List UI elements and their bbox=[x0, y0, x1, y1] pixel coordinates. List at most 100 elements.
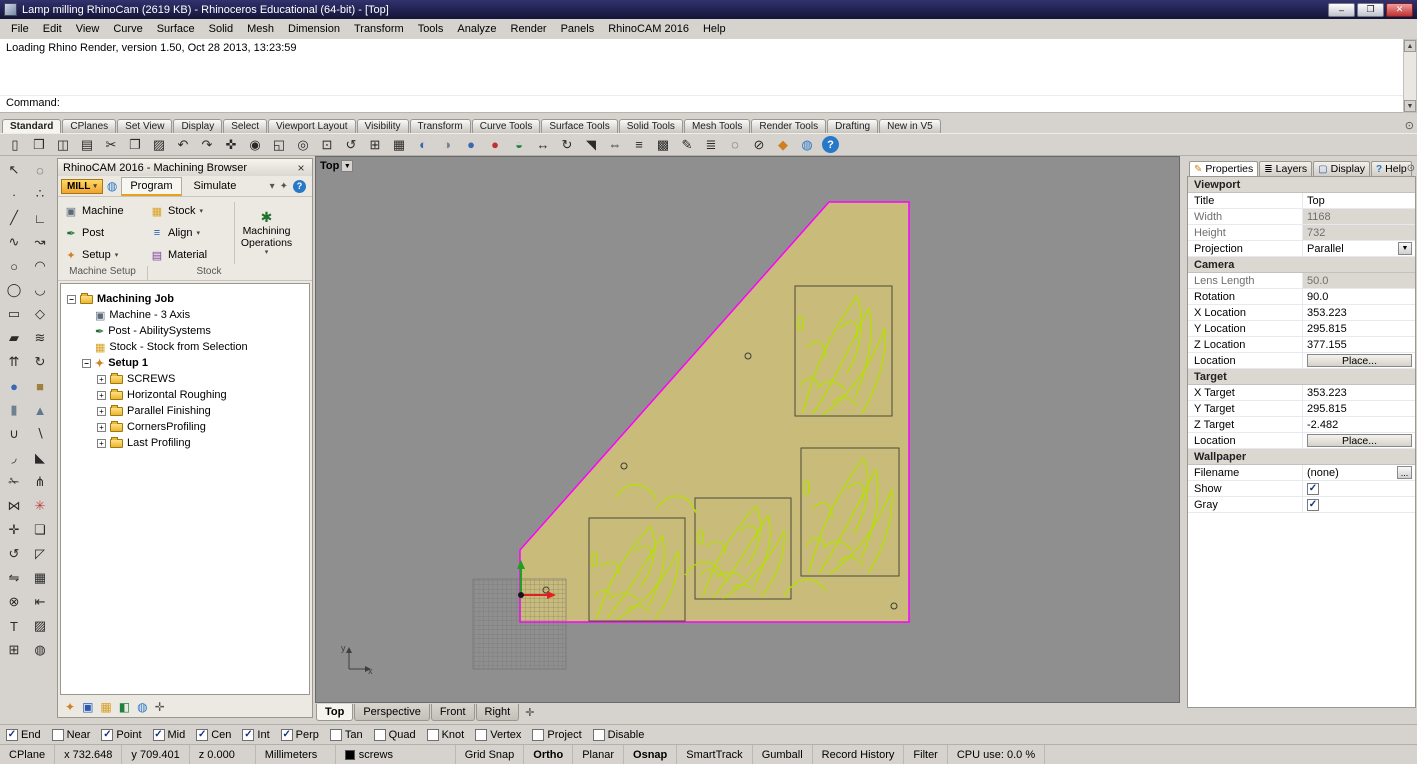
text-object-icon[interactable]: T bbox=[1, 614, 27, 638]
place-button[interactable]: Place... bbox=[1307, 354, 1412, 367]
menu-render[interactable]: Render bbox=[504, 21, 554, 37]
tree-item-last-profiling[interactable]: + Last Profiling bbox=[61, 435, 309, 451]
property-value[interactable]: 295.815 bbox=[1302, 401, 1415, 416]
tool-crib-icon[interactable]: ✛ bbox=[155, 700, 165, 714]
explode-icon[interactable]: ✳ bbox=[27, 494, 53, 518]
render-preview-icon[interactable]: ◒ bbox=[507, 134, 531, 155]
osnap-checkbox[interactable] bbox=[475, 728, 488, 741]
menu-edit[interactable]: Edit bbox=[36, 21, 69, 37]
material-sim-icon[interactable]: ◧ bbox=[119, 700, 130, 714]
tab-program[interactable]: Program bbox=[121, 176, 182, 196]
property-value[interactable]: Top bbox=[1302, 193, 1415, 208]
tab-layers[interactable]: ≣ Layers bbox=[1259, 161, 1313, 176]
extrude-icon[interactable]: ⇈ bbox=[1, 350, 27, 374]
tree-toggle-icon[interactable]: + bbox=[97, 374, 106, 384]
cylinder-icon[interactable]: ▮ bbox=[1, 398, 27, 422]
save-file-icon[interactable]: ◫ bbox=[51, 134, 75, 155]
toolbar-tab-drafting[interactable]: Drafting bbox=[827, 119, 879, 133]
osnap-checkbox[interactable]: ✓ bbox=[280, 728, 293, 741]
property-value[interactable]: (none)... bbox=[1302, 465, 1415, 480]
status-z-0-000[interactable]: z 0.000 bbox=[190, 745, 256, 764]
post-button[interactable]: ✒ Post bbox=[60, 224, 144, 242]
scale-object-icon[interactable]: ◸ bbox=[27, 542, 53, 566]
tree-item-stock-stock-from-selection[interactable]: ▦ Stock - Stock from Selection bbox=[61, 339, 309, 355]
menu-mesh[interactable]: Mesh bbox=[240, 21, 281, 37]
property-value[interactable]: Place... bbox=[1302, 433, 1415, 448]
revolve-icon[interactable]: ↻ bbox=[27, 350, 53, 374]
help-ball-icon[interactable]: ? bbox=[822, 136, 839, 153]
osnap-perp[interactable]: ✓ Perp bbox=[280, 728, 319, 741]
undo-icon[interactable]: ↶ bbox=[171, 134, 195, 155]
menu-solid[interactable]: Solid bbox=[202, 21, 240, 37]
property-value[interactable]: 377.155 bbox=[1302, 337, 1415, 352]
new-file-icon[interactable]: ▯ bbox=[3, 134, 27, 155]
lock-objects-icon[interactable]: ⊘ bbox=[747, 134, 771, 155]
menu-rhinocam-2016[interactable]: RhinoCAM 2016 bbox=[601, 21, 696, 37]
menu-help[interactable]: Help bbox=[696, 21, 733, 37]
viewport-tab-perspective[interactable]: Perspective bbox=[354, 704, 430, 721]
tree-toggle-icon[interactable]: + bbox=[97, 406, 106, 416]
lasso-select-icon[interactable]: ◌ bbox=[27, 158, 53, 182]
browser-options-icon[interactable]: ✦ bbox=[280, 181, 288, 192]
open-file-icon[interactable]: ❒ bbox=[27, 134, 51, 155]
sphere-icon[interactable]: ● bbox=[1, 374, 27, 398]
tab-properties[interactable]: ✎ Properties bbox=[1189, 161, 1259, 176]
property-value[interactable]: ✓ bbox=[1302, 497, 1415, 512]
toolbar-tab-curve-tools[interactable]: Curve Tools bbox=[471, 119, 541, 133]
menu-surface[interactable]: Surface bbox=[150, 21, 202, 37]
machine-button[interactable]: ▣ Machine bbox=[60, 202, 144, 220]
toolbar-tab-viewport-layout[interactable]: Viewport Layout bbox=[268, 119, 356, 133]
menu-view[interactable]: View bbox=[69, 21, 107, 37]
stock-visibility-icon[interactable]: ▦ bbox=[100, 700, 111, 714]
zoom-selected-icon[interactable]: ◎ bbox=[291, 134, 315, 155]
polygon-icon[interactable]: ◇ bbox=[27, 302, 53, 326]
copy-object-icon[interactable]: ❏ bbox=[27, 518, 53, 542]
status-gumball[interactable]: Gumball bbox=[753, 745, 813, 764]
toolbar-tab-transform[interactable]: Transform bbox=[409, 119, 471, 133]
rotate-object-icon[interactable]: ↺ bbox=[1, 542, 27, 566]
pan-view-icon[interactable]: ✜ bbox=[219, 134, 243, 155]
toolbar-tab-surface-tools[interactable]: Surface Tools bbox=[541, 119, 618, 133]
osnap-cen[interactable]: ✓ Cen bbox=[196, 728, 231, 741]
layers-dialog-icon[interactable]: ≣ bbox=[699, 134, 723, 155]
tree-item-machine-3-axis[interactable]: ▣ Machine - 3 Axis bbox=[61, 307, 309, 323]
tree-item-screws[interactable]: + SCREWS bbox=[61, 371, 309, 387]
select-arrow-icon[interactable]: ↖ bbox=[1, 158, 27, 182]
array-icon[interactable]: ▩ bbox=[651, 134, 675, 155]
named-views-icon[interactable]: ▦ bbox=[387, 134, 411, 155]
viewport-tab-top[interactable]: Top bbox=[316, 704, 354, 721]
status-smarttrack[interactable]: SmartTrack bbox=[677, 745, 753, 764]
menu-tools[interactable]: Tools bbox=[411, 21, 451, 37]
osnap-mid[interactable]: ✓ Mid bbox=[152, 728, 185, 741]
toolbar-tab-cplanes[interactable]: CPlanes bbox=[62, 119, 117, 133]
minimize-button[interactable]: – bbox=[1328, 2, 1355, 17]
stock-button[interactable]: ▦ Stock ▾ bbox=[146, 202, 230, 220]
osnap-near[interactable]: Near bbox=[51, 728, 90, 741]
osnap-disable[interactable]: Disable bbox=[592, 728, 644, 741]
status-ortho[interactable]: Ortho bbox=[524, 745, 574, 764]
shaded-viewport-icon[interactable]: ◐ bbox=[411, 134, 435, 155]
move-icon[interactable]: ↔ bbox=[531, 134, 555, 155]
osnap-checkbox[interactable] bbox=[373, 728, 386, 741]
tree-item-parallel-finishing[interactable]: + Parallel Finishing bbox=[61, 403, 309, 419]
status-osnap[interactable]: Osnap bbox=[624, 745, 678, 764]
world-globe-icon[interactable]: ◍ bbox=[795, 134, 819, 155]
interp-curve-icon[interactable]: ↝ bbox=[27, 230, 53, 254]
osnap-vertex[interactable]: Vertex bbox=[475, 728, 521, 741]
menu-curve[interactable]: Curve bbox=[106, 21, 149, 37]
toolbar-tab-select[interactable]: Select bbox=[223, 119, 268, 133]
machining-objects-globe-icon[interactable]: ◍ bbox=[107, 179, 117, 193]
status-grid-snap[interactable]: Grid Snap bbox=[456, 745, 525, 764]
point-icon[interactable]: ∙ bbox=[1, 182, 27, 206]
checkbox[interactable]: ✓ bbox=[1307, 482, 1319, 495]
scale-icon[interactable]: ◥ bbox=[579, 134, 603, 155]
arc-icon[interactable]: ◠ bbox=[27, 254, 53, 278]
osnap-checkbox[interactable]: ✓ bbox=[242, 728, 255, 741]
hide-objects-icon[interactable]: ◌ bbox=[723, 134, 747, 155]
status-planar[interactable]: Planar bbox=[573, 745, 625, 764]
join-icon[interactable]: ⋈ bbox=[1, 494, 27, 518]
osnap-checkbox[interactable]: ✓ bbox=[6, 728, 18, 741]
chamfer-icon[interactable]: ◣ bbox=[27, 446, 53, 470]
viewport-top[interactable]: y x Top ▼ bbox=[315, 156, 1180, 703]
maximize-button[interactable]: ❐ bbox=[1357, 2, 1384, 17]
